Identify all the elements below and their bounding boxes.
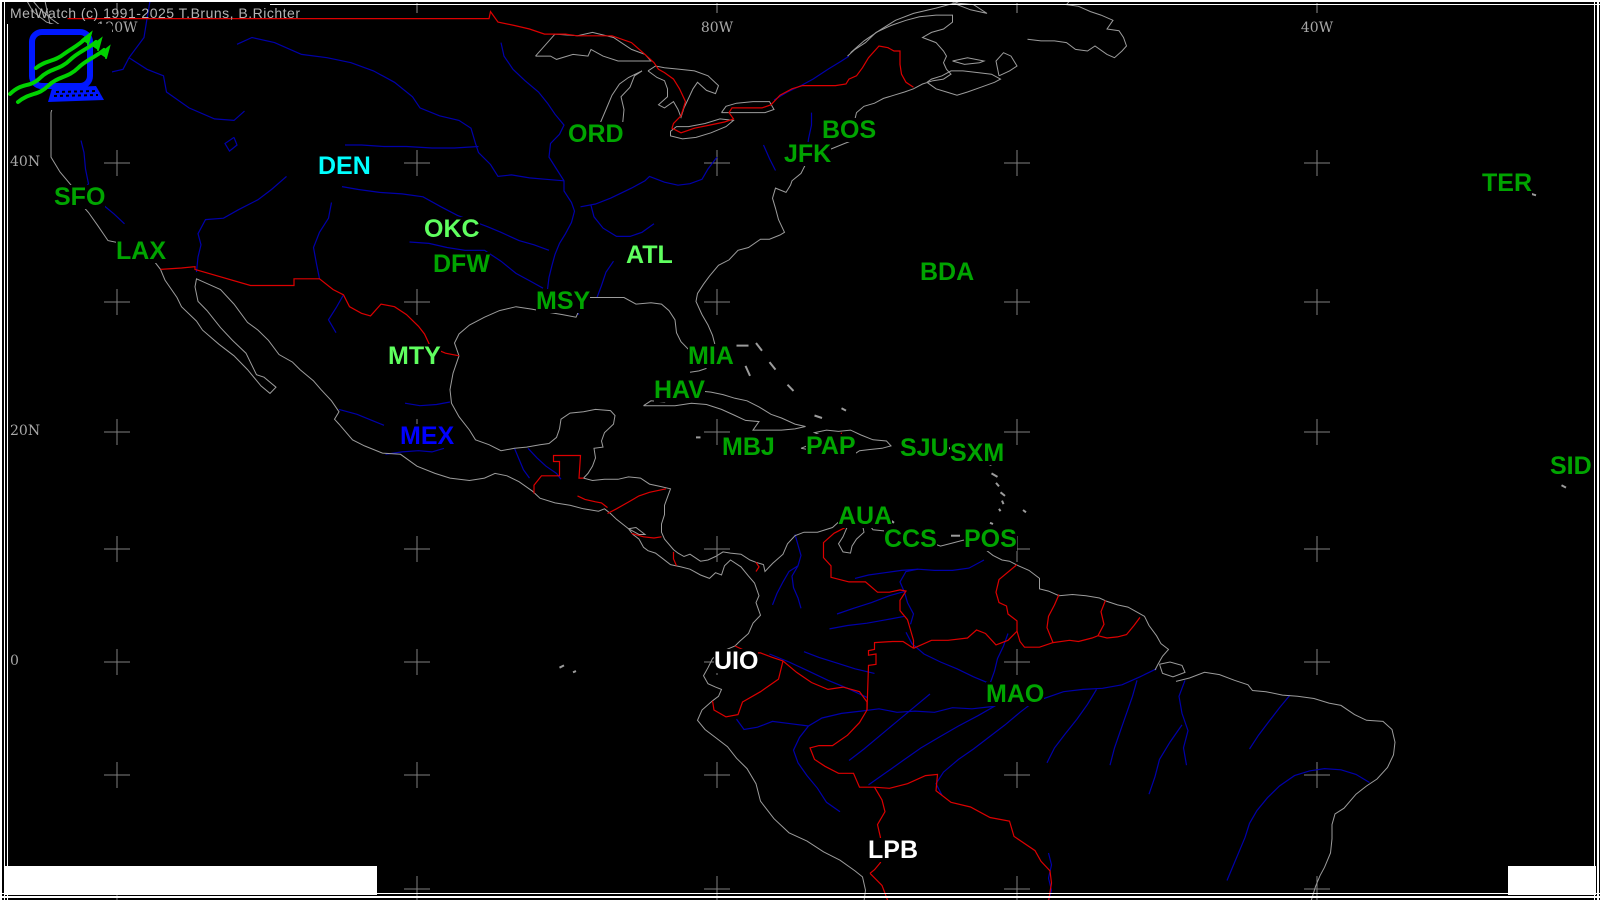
station-label-PAP[interactable]: PAP (806, 434, 856, 459)
graticule-crosses (104, 3, 1330, 900)
station-label-SJU[interactable]: SJU (900, 436, 949, 461)
station-label-LPB[interactable]: LPB (868, 838, 918, 863)
station-label-MAO[interactable]: MAO (986, 682, 1045, 707)
timestamp-text: MON 27.10.2025 12:00 UTC (40, 894, 396, 900)
grid-label-lat-20N: 20N (9, 423, 42, 439)
station-label-ATL[interactable]: ATL (626, 243, 673, 268)
page-indicator-text: 31/31 (1539, 894, 1600, 900)
station-label-SXM[interactable]: SXM (950, 441, 1005, 466)
window-border-left-outer (0, 0, 2, 900)
station-label-ORD[interactable]: ORD (568, 122, 624, 147)
station-label-HAV[interactable]: HAV (654, 378, 705, 403)
app-title: MetWatch (c) 1991-2025 T.Bruns, B.Richte… (10, 5, 301, 21)
station-label-SFO[interactable]: SFO (54, 185, 106, 210)
metwatch-window: MetWatch (c) 1991-2025 T.Bruns, B.Richte… (0, 0, 1600, 900)
grid-label-lon-40W: 40W (1299, 20, 1335, 36)
window-border-left-inner (7, 24, 8, 900)
window-border-top-inner (270, 4, 1600, 5)
station-label-TER[interactable]: TER (1482, 171, 1532, 196)
grid-label-lat-40N: 40N (9, 154, 42, 170)
station-label-MEX[interactable]: MEX (400, 424, 455, 449)
window-border-right-outer (1597, 0, 1599, 900)
page-indicator: 31/31 (1508, 866, 1600, 900)
station-label-LAX[interactable]: LAX (116, 239, 166, 264)
coastlines-layer (26, 0, 1396, 900)
station-label-SID[interactable]: SID (1550, 454, 1592, 479)
station-label-MSY[interactable]: MSY (536, 289, 591, 314)
window-border-top-outer (0, 0, 1600, 2)
station-label-DEN[interactable]: DEN (318, 154, 371, 179)
station-label-MBJ[interactable]: MBJ (722, 435, 775, 460)
grid-label-lon-80W: 80W (699, 20, 735, 36)
station-label-OKC[interactable]: OKC (424, 217, 480, 242)
station-label-UIO[interactable]: UIO (714, 649, 759, 674)
station-label-CCS[interactable]: CCS (884, 527, 937, 552)
small-islands-layer (559, 181, 1577, 674)
station-label-JFK[interactable]: JFK (784, 142, 832, 167)
metwatch-logo (8, 24, 112, 110)
station-label-BOS[interactable]: BOS (822, 118, 877, 143)
station-label-POS[interactable]: POS (964, 527, 1017, 552)
rivers-layer (55, 0, 1370, 900)
station-label-DFW[interactable]: DFW (433, 252, 490, 277)
station-label-MTY[interactable]: MTY (388, 344, 441, 369)
timestamp-bar: MON 27.10.2025 12:00 UTC (4, 866, 397, 900)
map-canvas[interactable] (0, 0, 1600, 900)
window-border-right-inner (1594, 0, 1595, 900)
station-label-BDA[interactable]: BDA (920, 260, 975, 285)
window-border-left-mid (4, 0, 5, 900)
station-label-MIA[interactable]: MIA (688, 344, 734, 369)
grid-label-lat-0: 0 (9, 653, 20, 669)
